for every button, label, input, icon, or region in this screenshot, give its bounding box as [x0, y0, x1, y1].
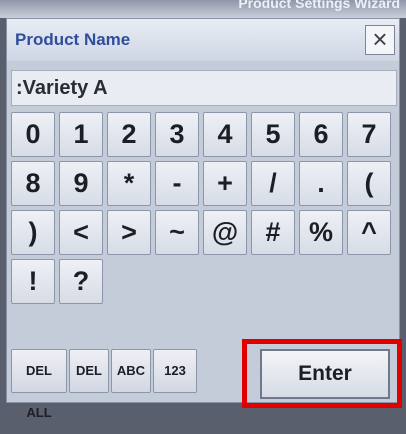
key-5[interactable]: 5	[251, 112, 295, 157]
key-period[interactable]: .	[299, 161, 343, 206]
key-hash[interactable]: #	[251, 210, 295, 255]
key-percent[interactable]: %	[299, 210, 343, 255]
dialog-title: Product Name	[15, 30, 131, 49]
key-8[interactable]: 8	[11, 161, 55, 206]
key-4[interactable]: 4	[203, 112, 247, 157]
product-name-input[interactable]: :Variety A	[11, 70, 397, 106]
dialog-header: Product Name ×	[7, 19, 399, 61]
window-title: Product Settings Wizard	[238, 0, 400, 11]
key-question[interactable]: ?	[59, 259, 103, 304]
key-9[interactable]: 9	[59, 161, 103, 206]
key-2[interactable]: 2	[107, 112, 151, 157]
key-3[interactable]: 3	[155, 112, 199, 157]
key-plus[interactable]: +	[203, 161, 247, 206]
key-asterisk[interactable]: *	[107, 161, 151, 206]
key-minus[interactable]: -	[155, 161, 199, 206]
key-7[interactable]: 7	[347, 112, 391, 157]
key-slash[interactable]: /	[251, 161, 295, 206]
key-0[interactable]: 0	[11, 112, 55, 157]
enter-highlight-box	[242, 339, 402, 408]
key-6[interactable]: 6	[299, 112, 343, 157]
del-all-button[interactable]: DEL ALL	[11, 349, 67, 420]
window-title-strip: Product Settings Wizard	[0, 0, 406, 18]
key-open-paren[interactable]: (	[347, 161, 391, 206]
del-button[interactable]: DEL	[69, 349, 109, 393]
key-close-paren[interactable]: )	[11, 210, 55, 255]
key-at[interactable]: @	[203, 210, 247, 255]
numeric-button[interactable]: 123	[153, 349, 197, 393]
close-icon[interactable]: ×	[365, 25, 395, 55]
key-exclamation[interactable]: !	[11, 259, 55, 304]
key-1[interactable]: 1	[59, 112, 103, 157]
key-greater-than[interactable]: >	[107, 210, 151, 255]
key-caret[interactable]: ^	[347, 210, 391, 255]
key-less-than[interactable]: <	[59, 210, 103, 255]
abc-button[interactable]: ABC	[111, 349, 151, 393]
key-tilde[interactable]: ~	[155, 210, 199, 255]
